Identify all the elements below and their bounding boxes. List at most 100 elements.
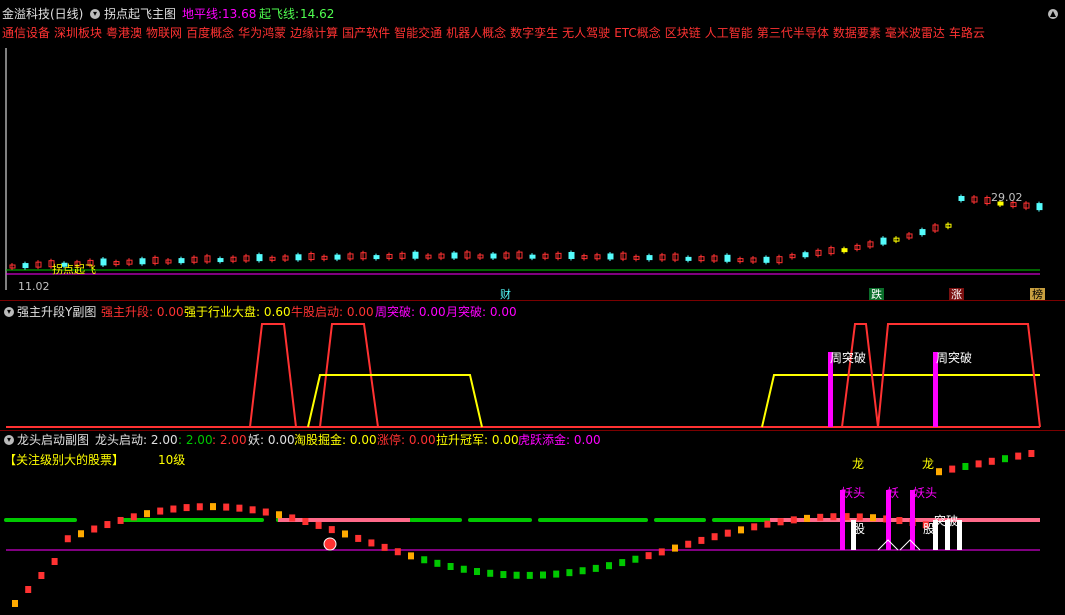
momentum-bar [170,505,177,513]
momentum-bar [474,568,480,576]
sector-tag[interactable]: 车路云 [949,26,985,40]
momentum-bar [183,504,190,512]
sector-tag[interactable]: 数据要素 [833,26,881,40]
subchart2-settings-icon[interactable]: ▾ [4,435,14,445]
dragon-start-label: 龙头启动: 2.00 [95,433,178,447]
sector-tag[interactable]: 物联网 [146,26,182,40]
weekly-break-label: 周突破: 0.00 [375,305,446,319]
sector-tag[interactable]: 国产软件 [342,26,390,40]
candle-body [607,253,614,260]
sector-tag[interactable]: 机器人概念 [446,26,506,40]
momentum-bar [64,535,71,543]
momentum-bar [988,457,995,465]
candle-body [763,256,770,263]
subchart2-title[interactable]: 龙头启动副图 [17,433,89,447]
momentum-bar [513,571,520,579]
sector-tag[interactable]: 无人驾驶 [562,26,610,40]
sector-tag[interactable]: 人工智能 [705,26,753,40]
yao-annotation-1: 妖头 [841,486,866,500]
dragon-annotation-2: 龙 [922,457,935,471]
momentum-bar [711,533,718,541]
panel-divider-2 [0,430,1065,431]
momentum-bar [764,520,771,528]
momentum-bar [223,503,230,511]
expand-icon[interactable]: ▲ [1048,9,1058,19]
momentum-bar [38,572,45,579]
sector-tag[interactable]: 区块链 [665,26,701,40]
bull-start-label: 牛股启动: 0.00 [291,305,374,319]
momentum-bar [447,562,454,570]
subchart1-settings-icon[interactable]: ▾ [4,307,14,317]
candle-body [958,195,965,201]
sector-tag[interactable]: 百度概念 [186,26,234,40]
panel-divider-1 [0,300,1065,301]
momentum-bar [606,562,612,570]
pull-champion-label: 拉升冠军: 0.00 [436,433,519,447]
candle-body [256,254,263,262]
sector-tag[interactable]: 粤港澳 [106,26,142,40]
momentum-bar [817,513,824,521]
momentum-bar [724,529,731,537]
ground-line-label: 地平线: [182,7,223,21]
yao-annotation-2: 妖 [887,486,900,500]
momentum-bar [117,516,124,524]
settings-icon[interactable]: ▾ [90,9,100,19]
notice-label: 【关注级别大的股票】 [4,453,125,467]
momentum-bar [78,530,84,538]
momentum-bar [91,525,98,533]
momentum-bar [936,468,942,476]
tiger-jump-label: 虎跃添金: 0.00 [518,433,601,447]
momentum-bar [394,548,401,556]
sector-tag[interactable]: ETC概念 [614,26,661,40]
sector-tag[interactable]: 毫米波雷达 [885,26,945,40]
momentum-bar [777,518,784,526]
market-strength-line [761,374,1040,428]
momentum-bar [355,534,362,542]
candle-body [646,255,653,261]
strong-rise-line [249,323,297,428]
candle-body [100,258,107,266]
sector-tag[interactable]: 华为鸿蒙 [238,26,286,40]
tao-gu-label: 淘股掘金: 0.00 [294,433,377,447]
candle-body [880,237,887,245]
momentum-bar [949,465,956,473]
subchart1-title[interactable]: 强主升段Y副图 [17,305,96,319]
momentum-bar [487,569,494,577]
sector-tag[interactable]: 通信设备 [2,26,50,40]
momentum-bar [500,571,507,579]
gu-annotation-1: 股 [853,522,866,536]
limit-up-label: 涨停: 0.00 [377,433,436,447]
candle-body [217,258,224,263]
candle-body [529,254,536,259]
candle-body [841,248,848,253]
momentum-bar [870,514,876,522]
momentum-bar [12,600,18,607]
sector-tag[interactable]: 智能交通 [394,26,442,40]
momentum-bar [540,571,546,579]
weekly-break-annotation-1: 周突破 [830,351,867,365]
momentum-bar [975,460,982,468]
yao-annotation-3: 妖头 [913,486,938,500]
momentum-bar [368,539,375,547]
momentum-bar [104,521,111,529]
candle-body [802,252,809,258]
dragon-annotation-1: 龙 [852,457,865,471]
candle-body [568,251,575,259]
sector-tag[interactable]: 深圳板块 [54,26,102,40]
momentum-bar [460,565,467,573]
momentum-bar [1015,452,1022,460]
momentum-bar [1028,450,1035,457]
level-label: 10级 [158,453,186,467]
indicator-name[interactable]: 拐点起飞主图 [104,7,176,21]
momentum-bar [408,552,414,560]
momentum-bar [553,570,560,578]
sector-tag[interactable]: 边缘计算 [290,26,338,40]
ground-line-value: 13.68 [222,7,257,21]
momentum-bar [592,564,599,572]
sector-tag[interactable]: 第三代半导体 [757,26,829,40]
momentum-bar [579,567,586,575]
momentum-bar [196,503,203,511]
sector-tag[interactable]: 数字孪生 [510,26,558,40]
candle-body [178,258,185,264]
momentum-bar [328,526,335,534]
